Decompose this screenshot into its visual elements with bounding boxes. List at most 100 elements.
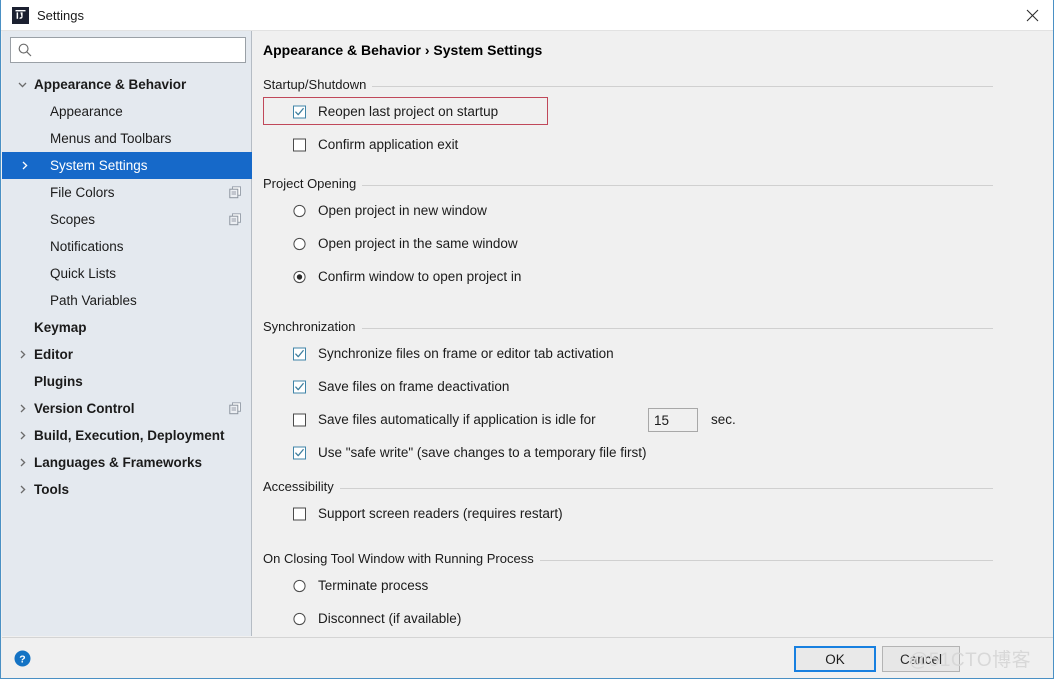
sidebar-item-label: Version Control bbox=[34, 401, 135, 416]
sidebar-item-system-settings[interactable]: System Settings bbox=[2, 152, 252, 179]
settings-group: Project Opening Open project in new windo… bbox=[263, 176, 993, 293]
checkbox-unchecked-icon[interactable] bbox=[293, 413, 306, 426]
settings-group: Synchronization Synchronize files on fram… bbox=[263, 319, 993, 469]
sidebar-item-label: System Settings bbox=[50, 158, 148, 173]
checkbox-checked-icon[interactable] bbox=[293, 380, 306, 393]
settings-group: On Closing Tool Window with Running Proc… bbox=[263, 551, 993, 635]
settings-main-panel: Appearance & Behavior › System Settings … bbox=[253, 31, 1053, 636]
sidebar-item-notifications[interactable]: Notifications bbox=[2, 233, 252, 260]
group-title: Project Opening bbox=[263, 176, 363, 191]
svg-text:?: ? bbox=[19, 653, 25, 665]
group-title: Accessibility bbox=[263, 479, 340, 494]
sidebar-item-label: Languages & Frameworks bbox=[34, 455, 203, 470]
intellij-idea-icon bbox=[12, 7, 29, 24]
chevron-right-icon[interactable] bbox=[16, 349, 28, 361]
radio-unselected-icon[interactable] bbox=[293, 204, 306, 217]
sidebar-item-label: Appearance bbox=[50, 104, 123, 119]
checkbox-option[interactable]: Support screen readers (requires restart… bbox=[263, 497, 993, 530]
copy-icon bbox=[229, 213, 242, 226]
radio-unselected-icon[interactable] bbox=[293, 612, 306, 625]
option-label: Support screen readers (requires restart… bbox=[318, 506, 563, 521]
sidebar-item-tools[interactable]: Tools bbox=[2, 476, 252, 503]
checkbox-option[interactable]: Synchronize files on frame or editor tab… bbox=[263, 337, 993, 370]
title-bar: Settings bbox=[1, 0, 1053, 31]
idle-seconds-unit: sec. bbox=[711, 412, 736, 427]
group-separator bbox=[263, 328, 993, 329]
group-header: Project Opening bbox=[263, 176, 993, 194]
breadcrumb-separator: › bbox=[424, 42, 430, 58]
group-header: Synchronization bbox=[263, 319, 993, 337]
sidebar-item-menus-and-toolbars[interactable]: Menus and Toolbars bbox=[2, 125, 252, 152]
cancel-button[interactable]: Cancel bbox=[882, 646, 960, 672]
search-field-wrapper bbox=[10, 37, 246, 63]
sidebar-item-label: Menus and Toolbars bbox=[50, 131, 172, 146]
checkbox-option[interactable]: Use "safe write" (save changes to a temp… bbox=[263, 436, 993, 469]
chevron-right-icon[interactable] bbox=[18, 160, 30, 172]
chevron-right-icon[interactable] bbox=[16, 457, 28, 469]
group-title: Startup/Shutdown bbox=[263, 77, 373, 92]
radio-selected-icon[interactable] bbox=[293, 270, 306, 283]
settings-group: Startup/Shutdown Reopen last project on s… bbox=[263, 77, 993, 161]
checkbox-option[interactable]: Save files automatically if application … bbox=[263, 403, 993, 436]
sidebar-item-editor[interactable]: Editor bbox=[2, 341, 252, 368]
checkbox-option[interactable]: Save files on frame deactivation bbox=[263, 370, 993, 403]
sidebar-item-build-execution-deployment[interactable]: Build, Execution, Deployment bbox=[2, 422, 252, 449]
option-label: Open project in the same window bbox=[318, 236, 518, 251]
option-label: Terminate process bbox=[318, 578, 429, 593]
sidebar-item-label: Scopes bbox=[50, 212, 96, 227]
settings-dialog: Settings Appearance & Behavior Appearance… bbox=[0, 0, 1054, 679]
radio-option[interactable]: Confirm window to open project in bbox=[263, 260, 993, 293]
sidebar-item-version-control[interactable]: Version Control bbox=[2, 395, 252, 422]
checkbox-option[interactable]: Confirm application exit bbox=[263, 128, 993, 161]
option-label: Confirm application exit bbox=[318, 137, 459, 152]
sidebar-item-quick-lists[interactable]: Quick Lists bbox=[2, 260, 252, 287]
group-header: Accessibility bbox=[263, 479, 993, 497]
sidebar-item-keymap[interactable]: Keymap bbox=[2, 314, 252, 341]
sidebar-item-label: Path Variables bbox=[50, 293, 137, 308]
group-separator bbox=[263, 86, 993, 87]
sidebar-item-label: Plugins bbox=[34, 374, 83, 389]
group-header: On Closing Tool Window with Running Proc… bbox=[263, 551, 993, 569]
sidebar-item-scopes[interactable]: Scopes bbox=[2, 206, 252, 233]
sidebar-item-file-colors[interactable]: File Colors bbox=[2, 179, 252, 206]
group-separator bbox=[263, 185, 993, 186]
window-title: Settings bbox=[37, 8, 84, 23]
help-icon[interactable]: ? bbox=[14, 650, 31, 667]
sidebar-item-label: File Colors bbox=[50, 185, 115, 200]
chevron-right-icon[interactable] bbox=[16, 403, 28, 415]
dialog-footer: ? OK Cancel bbox=[2, 637, 1053, 678]
search-input[interactable] bbox=[10, 37, 246, 63]
sidebar-item-appearance[interactable]: Appearance bbox=[2, 98, 252, 125]
group-title: On Closing Tool Window with Running Proc… bbox=[263, 551, 540, 566]
chevron-right-icon[interactable] bbox=[16, 484, 28, 496]
checkbox-option[interactable]: Reopen last project on startup bbox=[263, 95, 993, 128]
idle-seconds-input[interactable] bbox=[648, 408, 698, 432]
option-label: Synchronize files on frame or editor tab… bbox=[318, 346, 614, 361]
sidebar-item-path-variables[interactable]: Path Variables bbox=[2, 287, 252, 314]
ok-button[interactable]: OK bbox=[794, 646, 876, 672]
checkbox-checked-icon[interactable] bbox=[293, 347, 306, 360]
chevron-down-icon[interactable] bbox=[16, 79, 28, 91]
checkbox-checked-icon[interactable] bbox=[293, 105, 306, 118]
chevron-right-icon[interactable] bbox=[16, 430, 28, 442]
radio-unselected-icon[interactable] bbox=[293, 237, 306, 250]
copy-icon bbox=[229, 186, 242, 199]
sidebar-item-plugins[interactable]: Plugins bbox=[2, 368, 252, 395]
checkbox-checked-icon[interactable] bbox=[293, 446, 306, 459]
radio-unselected-icon[interactable] bbox=[293, 579, 306, 592]
option-label: Save files automatically if application … bbox=[318, 412, 596, 427]
close-icon[interactable] bbox=[1009, 0, 1053, 30]
group-separator bbox=[263, 488, 993, 489]
checkbox-unchecked-icon[interactable] bbox=[293, 507, 306, 520]
radio-option[interactable]: Terminate process bbox=[263, 569, 993, 602]
radio-option[interactable]: Open project in new window bbox=[263, 194, 993, 227]
sidebar-item-appearance-behavior[interactable]: Appearance & Behavior bbox=[2, 71, 252, 98]
sidebar-item-label: Appearance & Behavior bbox=[34, 77, 187, 92]
settings-group: Accessibility Support screen readers (req… bbox=[263, 479, 993, 530]
checkbox-unchecked-icon[interactable] bbox=[293, 138, 306, 151]
breadcrumb: Appearance & Behavior › System Settings bbox=[263, 42, 542, 58]
sidebar-item-label: Build, Execution, Deployment bbox=[34, 428, 225, 443]
sidebar-item-languages-frameworks[interactable]: Languages & Frameworks bbox=[2, 449, 252, 476]
radio-option[interactable]: Disconnect (if available) bbox=[263, 602, 993, 635]
radio-option[interactable]: Open project in the same window bbox=[263, 227, 993, 260]
